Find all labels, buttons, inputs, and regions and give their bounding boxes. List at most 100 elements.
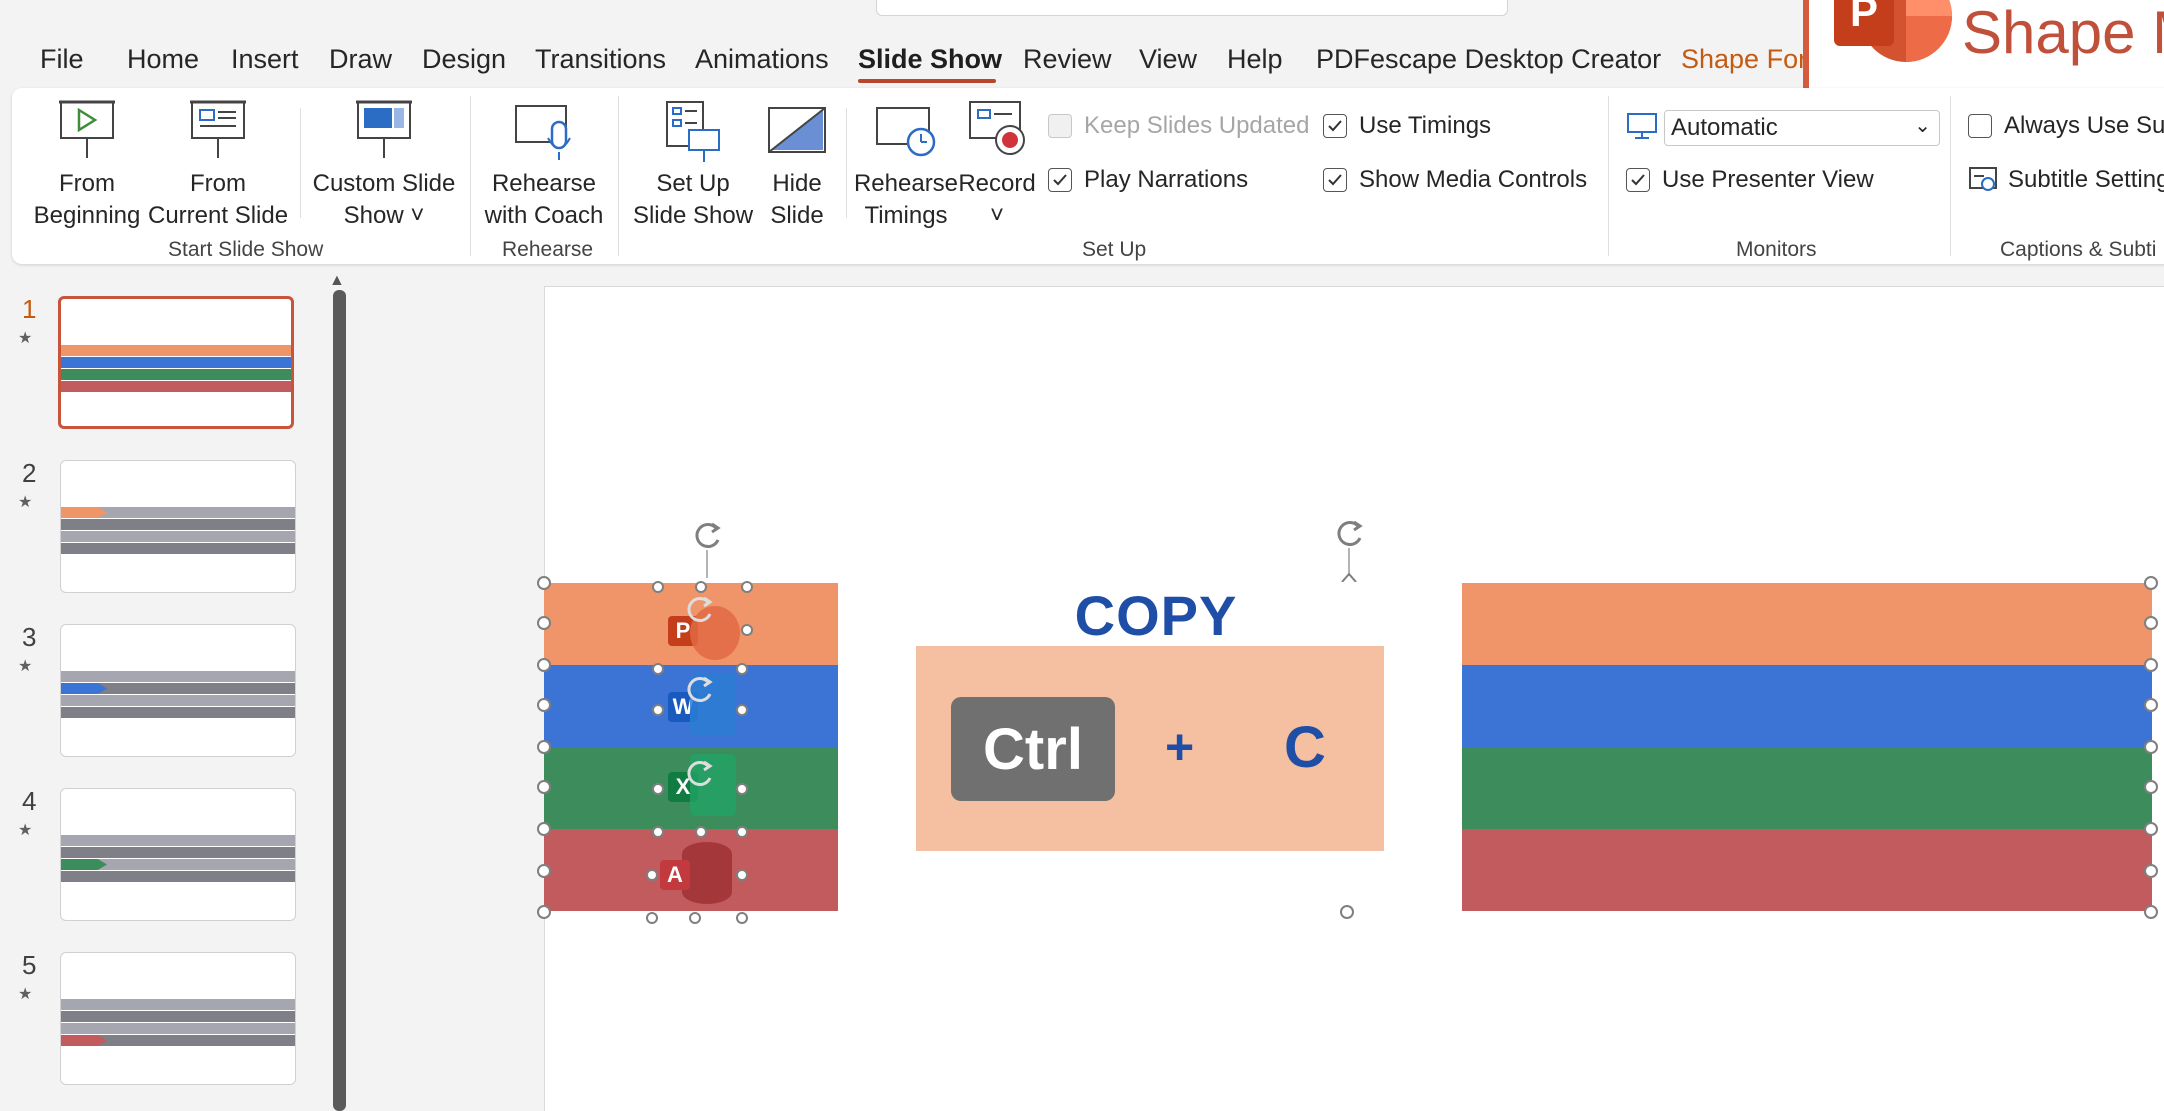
ctrl-key[interactable]: Ctrl <box>951 697 1115 801</box>
pane-scrollbar[interactable] <box>333 290 346 1111</box>
rehearse-timings-button[interactable]: Rehearse Timings <box>852 98 960 232</box>
rotate-handle-icon[interactable] <box>688 518 726 578</box>
record-label-1: Record <box>958 170 1036 197</box>
group-divider <box>470 96 471 256</box>
custom-slide-show-button[interactable]: Custom Slide Show ˅ <box>306 98 462 232</box>
tab-transitions[interactable]: Transitions <box>535 44 666 75</box>
tab-insert[interactable]: Insert <box>231 44 299 75</box>
c-key[interactable]: C <box>1284 714 1326 781</box>
rotate-handle-icon[interactable] <box>1330 516 1368 582</box>
keep-slides-updated-checkbox[interactable]: Keep Slides Updated <box>1048 112 1310 140</box>
resize-handle[interactable] <box>2144 698 2158 712</box>
band-orange-right[interactable] <box>1462 583 2152 665</box>
band-blue-right[interactable] <box>1462 665 2152 747</box>
rotate-handle-icon[interactable] <box>682 672 718 708</box>
resize-handle[interactable] <box>2144 576 2158 590</box>
rehearse-timings-icon <box>876 107 936 157</box>
copy-title[interactable]: COPY <box>838 583 1474 648</box>
resize-handle[interactable] <box>537 658 551 672</box>
resize-handle[interactable] <box>652 663 664 675</box>
tab-draw[interactable]: Draw <box>329 44 392 75</box>
resize-handle[interactable] <box>736 912 748 924</box>
tab-home[interactable]: Home <box>127 44 199 75</box>
resize-handle[interactable] <box>2144 780 2158 794</box>
thumbnail-band <box>61 1035 295 1046</box>
tab-view[interactable]: View <box>1139 44 1197 75</box>
band-red-right[interactable] <box>1462 829 2152 911</box>
slide-thumbnail[interactable] <box>60 952 296 1085</box>
set-up-slide-show-button[interactable]: Set Up Slide Show <box>628 98 758 232</box>
thumbnail-band <box>61 871 295 882</box>
monitor-select[interactable]: Automatic ⌄ <box>1664 110 1940 146</box>
use-presenter-view-checkbox[interactable]: Use Presenter View <box>1626 166 1874 194</box>
setup-show-label-2: Slide Show <box>632 202 754 229</box>
resize-handle[interactable] <box>537 740 551 754</box>
group-label-captions: Captions & Subti <box>2000 238 2157 261</box>
resize-handle[interactable] <box>2144 658 2158 672</box>
resize-handle[interactable] <box>2144 822 2158 836</box>
rotate-handle-icon[interactable] <box>682 756 718 792</box>
keep-slides-updated-label: Keep Slides Updated <box>1084 112 1310 139</box>
scroll-up-icon[interactable]: ▲ <box>329 272 345 290</box>
use-timings-checkbox[interactable]: Use Timings <box>1323 112 1491 140</box>
resize-handle[interactable] <box>736 663 748 675</box>
resize-handle[interactable] <box>646 912 658 924</box>
band-green-right[interactable] <box>1462 747 2152 829</box>
slide-thumbnail[interactable] <box>58 296 294 429</box>
resize-handle[interactable] <box>736 704 748 716</box>
resize-handle[interactable] <box>537 905 551 919</box>
resize-handle[interactable] <box>2144 616 2158 630</box>
resize-handle[interactable] <box>695 826 707 838</box>
tab-animations[interactable]: Animations <box>695 44 829 75</box>
resize-handle[interactable] <box>736 783 748 795</box>
play-from-beginning-icon <box>59 100 115 158</box>
tab-file[interactable]: File <box>40 44 84 75</box>
plus-sign[interactable]: + <box>1165 718 1194 776</box>
always-use-subtitles-checkbox[interactable]: Always Use Sub <box>1968 112 2164 140</box>
access-icon[interactable]: A <box>660 860 690 890</box>
resize-handle[interactable] <box>652 581 664 593</box>
from-beginning-button[interactable]: From Beginning <box>22 98 152 232</box>
resize-handle[interactable] <box>537 822 551 836</box>
rehearse-with-coach-button[interactable]: Rehearse with Coach <box>476 98 612 232</box>
subtitle-settings-button[interactable]: Subtitle Setting <box>1968 166 2164 194</box>
resize-handle[interactable] <box>741 624 753 636</box>
tab-pdfescape[interactable]: PDFescape Desktop Creator <box>1316 44 1661 75</box>
resize-handle[interactable] <box>537 780 551 794</box>
resize-handle[interactable] <box>736 826 748 838</box>
tab-review[interactable]: Review <box>1023 44 1112 75</box>
tab-shape-format[interactable]: Shape For <box>1681 44 1807 75</box>
resize-handle[interactable] <box>537 698 551 712</box>
slide-thumbnail[interactable] <box>60 788 296 921</box>
resize-handle[interactable] <box>537 864 551 878</box>
tab-slide-show[interactable]: Slide Show <box>858 44 1002 75</box>
record-button[interactable]: Record ˅ <box>958 98 1036 232</box>
tab-help[interactable]: Help <box>1227 44 1283 75</box>
resize-handle[interactable] <box>537 576 551 590</box>
search-box[interactable] <box>876 0 1508 16</box>
custom-show-label-2: Show ˅ <box>343 202 425 229</box>
resize-handle[interactable] <box>652 826 664 838</box>
from-current-slide-button[interactable]: From Current Slide <box>148 98 288 232</box>
resize-handle[interactable] <box>1340 905 1354 919</box>
hide-slide-button[interactable]: Hide Slide <box>756 98 838 232</box>
resize-handle[interactable] <box>2144 905 2158 919</box>
resize-handle[interactable] <box>652 704 664 716</box>
tab-design[interactable]: Design <box>422 44 506 75</box>
resize-handle[interactable] <box>736 869 748 881</box>
resize-handle[interactable] <box>2144 864 2158 878</box>
resize-handle[interactable] <box>741 581 753 593</box>
show-media-controls-checkbox[interactable]: Show Media Controls <box>1323 166 1587 194</box>
slide-thumbnail[interactable] <box>60 624 296 757</box>
resize-handle[interactable] <box>537 616 551 630</box>
thumbnail-highlight-arrow <box>61 1035 107 1046</box>
resize-handle[interactable] <box>2144 740 2158 754</box>
rotate-handle-icon[interactable] <box>682 592 718 628</box>
monitor-icon <box>1627 113 1657 139</box>
show-media-controls-label: Show Media Controls <box>1359 166 1588 193</box>
play-narrations-checkbox[interactable]: Play Narrations <box>1048 166 1248 194</box>
resize-handle[interactable] <box>652 783 664 795</box>
slide-thumbnail[interactable] <box>60 460 296 593</box>
resize-handle[interactable] <box>689 912 701 924</box>
resize-handle[interactable] <box>646 869 658 881</box>
